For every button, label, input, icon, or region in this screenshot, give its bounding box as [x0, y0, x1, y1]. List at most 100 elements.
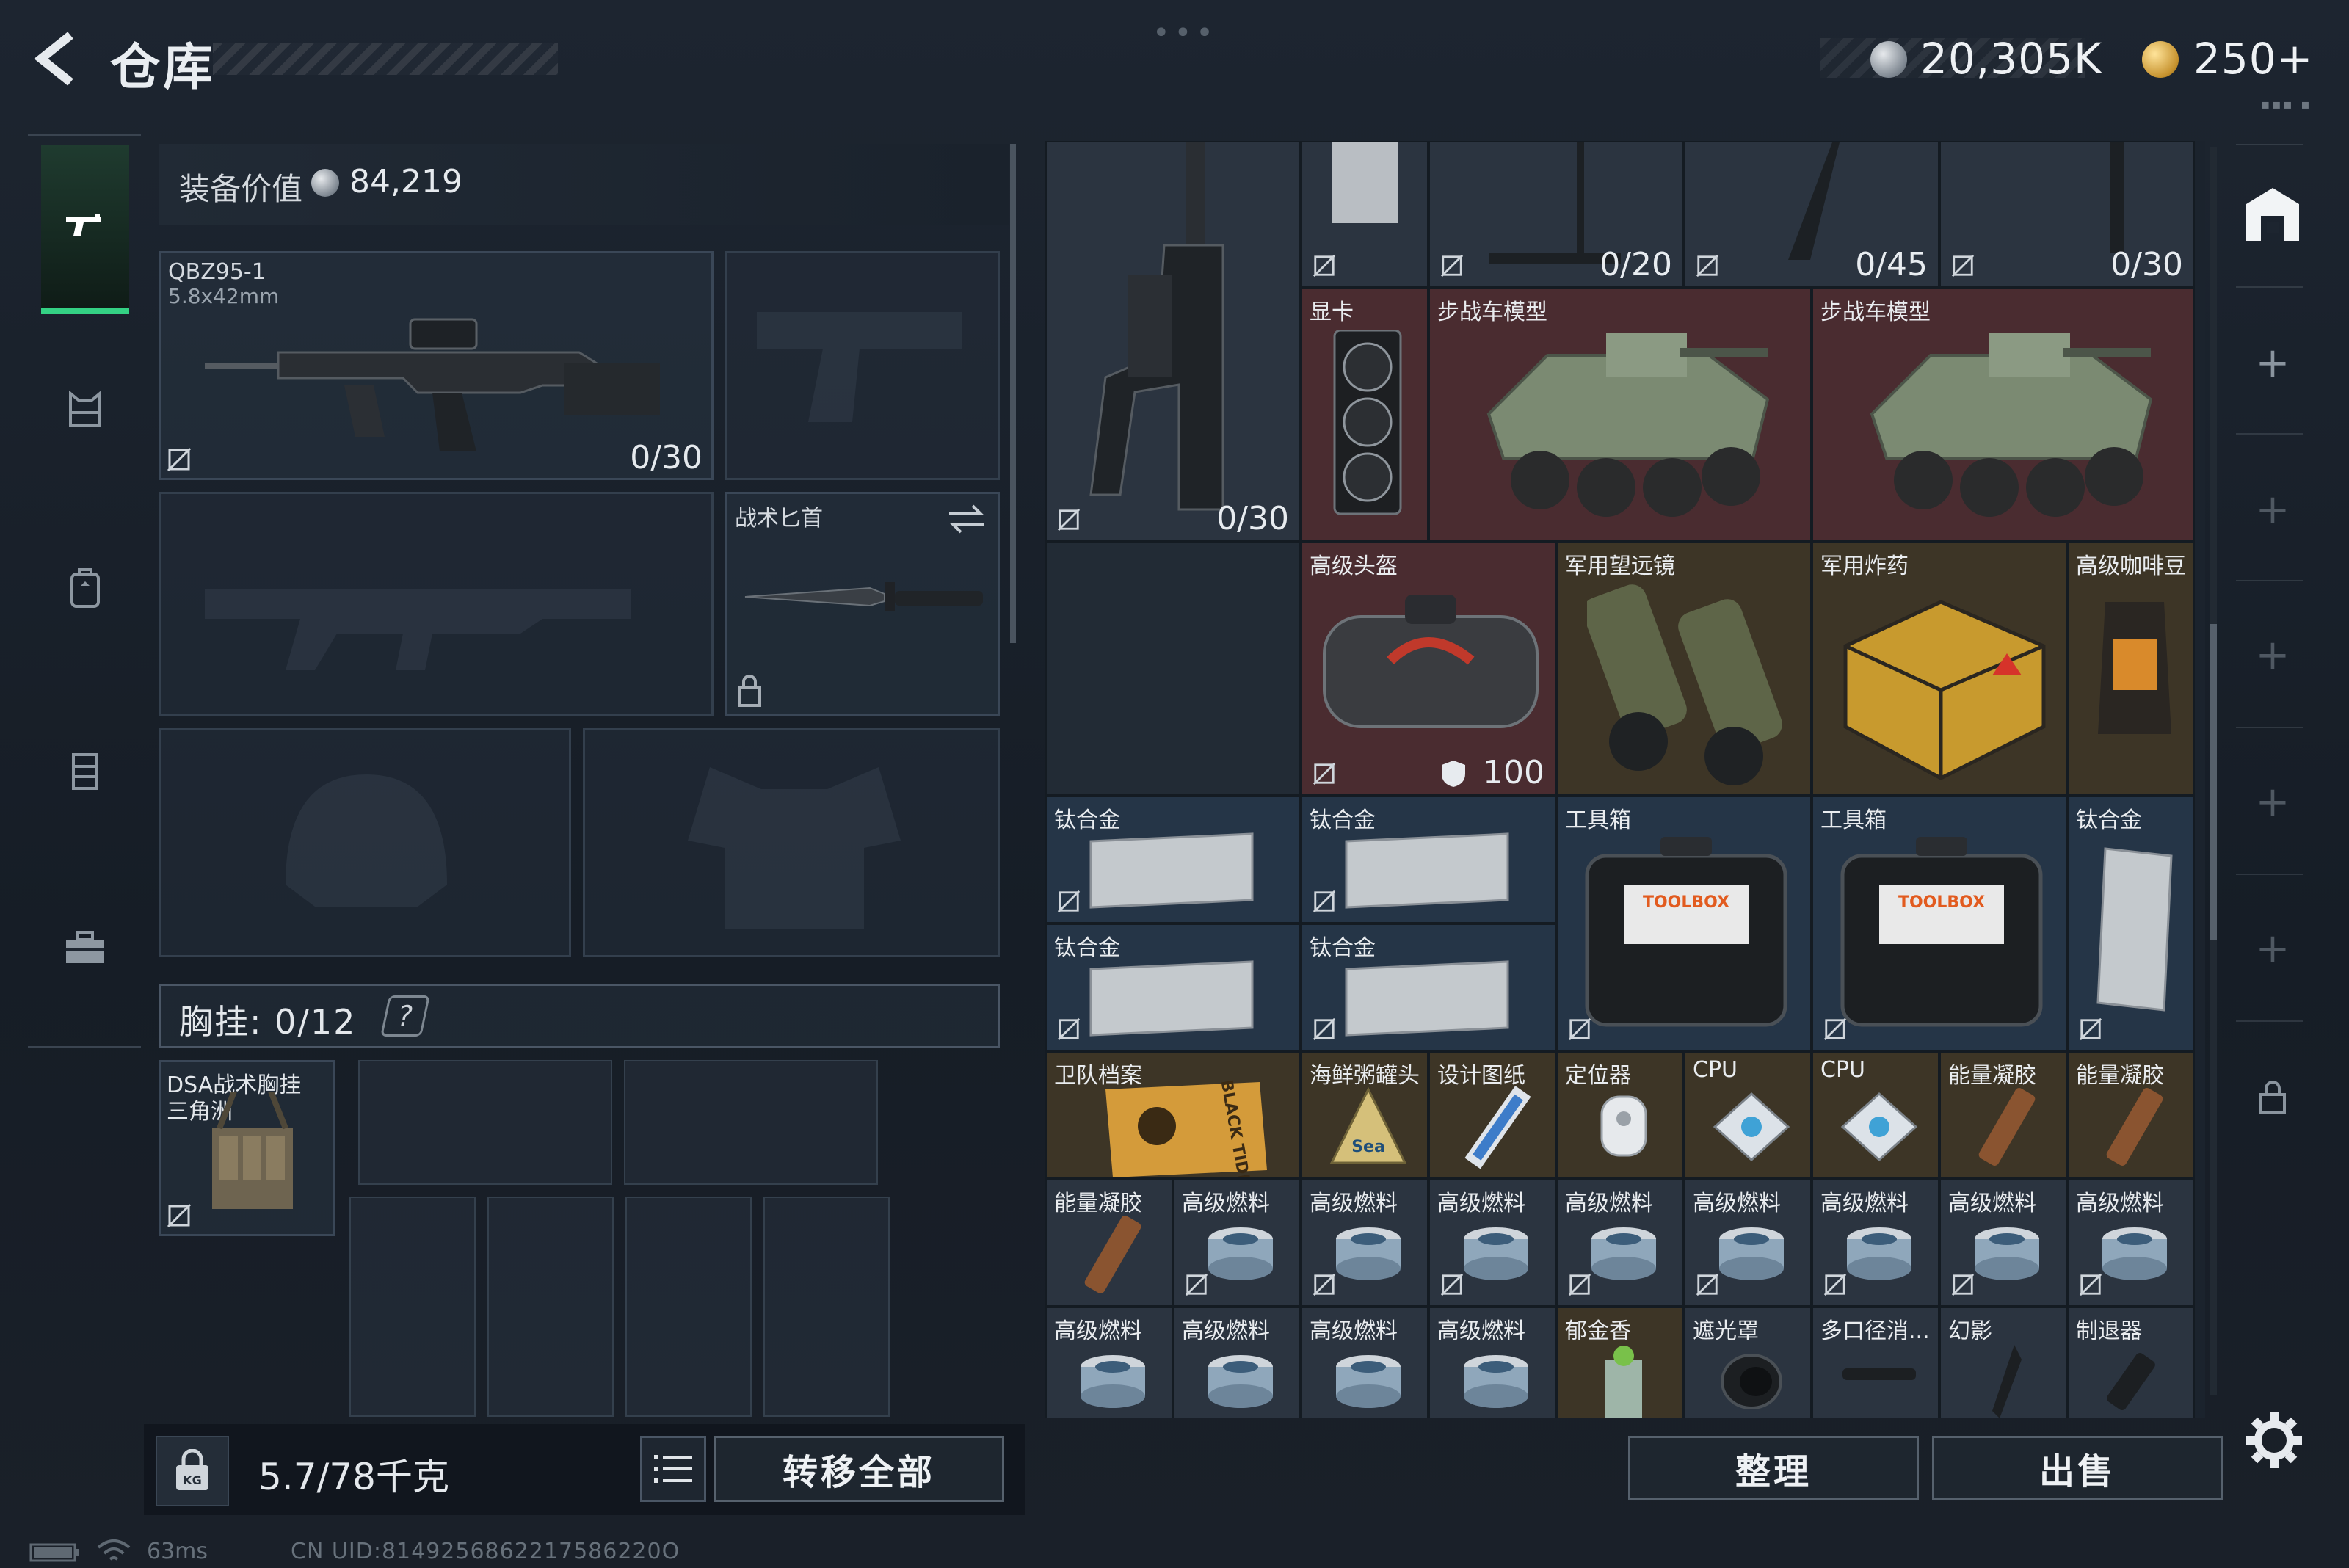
storage-item-gpu[interactable]: 显卡 — [1301, 288, 1428, 542]
gear-icon — [2246, 1412, 2302, 1468]
storage-item-lens-hood[interactable]: 遮光罩 — [1684, 1307, 1812, 1418]
nav-item-backpack[interactable] — [41, 543, 129, 631]
equipment-scrollbar[interactable] — [1010, 144, 1016, 643]
storage-item-rifle[interactable]: 0/30 — [1045, 141, 1301, 542]
chest-rig-item[interactable]: DSA战术胸挂 三角洲 — [159, 1060, 335, 1236]
backpack-cell[interactable] — [487, 1197, 614, 1417]
warehouse-icon[interactable] — [2240, 182, 2305, 247]
storage-item-energy-gel[interactable]: 能量凝胶 — [1045, 1179, 1173, 1307]
item-name: 制退器 — [2076, 1318, 2142, 1344]
storage-item-fuel[interactable]: 高级燃料 — [1428, 1179, 1556, 1307]
swap-icon[interactable] — [946, 503, 987, 535]
storage-item-titanium[interactable]: 钛合金 — [1301, 796, 1556, 923]
storage-item-tulip[interactable]: 郁金香 — [1556, 1307, 1684, 1418]
storage-item-toolbox[interactable]: 工具箱 TOOLBOX — [1556, 796, 1812, 1051]
storage-item-suppressor[interactable]: 多口径消... — [1812, 1307, 1939, 1418]
back-button[interactable] — [28, 29, 87, 88]
storage-empty-cell[interactable] — [1045, 542, 1301, 796]
storage-item-titanium[interactable]: 钛合金 — [1045, 923, 1301, 1051]
storage-item-energy-gel[interactable]: 能量凝胶 — [1939, 1051, 2067, 1179]
melee-slot[interactable]: 战术匕首 — [725, 492, 1000, 716]
add-page-icon[interactable]: + — [2240, 330, 2305, 395]
sell-button[interactable]: 出售 — [1932, 1436, 2223, 1500]
silver-currency-amount[interactable]: 20,305K — [1920, 34, 2102, 84]
sort-button[interactable]: 整理 — [1628, 1436, 1919, 1500]
armor-placeholder-icon — [688, 767, 901, 929]
storage-item-ifv-model-2[interactable]: 步战车模型 — [1812, 288, 2195, 542]
storage-item-titanium[interactable]: 钛合金 — [1301, 923, 1556, 1051]
nav-item-armor[interactable] — [41, 367, 129, 455]
backpack-cell[interactable] — [624, 1060, 878, 1185]
lock-icon — [738, 675, 761, 707]
body-armor-slot[interactable] — [583, 728, 1000, 957]
backpack-cell[interactable] — [349, 1197, 476, 1417]
item-name: 能量凝胶 — [1054, 1191, 1142, 1216]
item-ammo-count: 0/30 — [1216, 500, 1289, 537]
storage-scrollbar-thumb[interactable] — [2210, 624, 2217, 940]
storage-item-binoculars[interactable]: 军用望远镜 — [1556, 542, 1812, 796]
item-name: 高级燃料 — [1437, 1318, 1525, 1344]
settings-button[interactable] — [2243, 1409, 2305, 1471]
storage-item-fuel[interactable]: 高级燃料 — [1428, 1307, 1556, 1418]
nav-item-weapons[interactable] — [41, 145, 129, 314]
add-page-icon[interactable]: + — [2240, 916, 2305, 981]
storage-item-toolbox[interactable]: 工具箱 TOOLBOX — [1812, 796, 2067, 1051]
storage-item-cpu[interactable]: CPU — [1684, 1051, 1812, 1179]
storage-item-titanium[interactable] — [1301, 141, 1428, 288]
storage-item-titanium[interactable]: 钛合金 — [2067, 796, 2195, 1051]
pistol-slot[interactable] — [725, 251, 1000, 480]
add-page-icon[interactable]: + — [2240, 477, 2305, 542]
locked-page-icon[interactable] — [2240, 1064, 2305, 1129]
helmet-slot[interactable] — [159, 728, 571, 957]
add-page-icon[interactable]: + — [2240, 769, 2305, 834]
backpack-cell[interactable] — [625, 1197, 752, 1417]
storage-item-explosives[interactable]: 军用炸药 — [1812, 542, 2067, 796]
weapon-ammo-count: 0/30 — [630, 439, 702, 476]
seafood-label: Sea — [1351, 1138, 1385, 1156]
storage-item-fuel[interactable]: 高级燃料 — [1173, 1179, 1301, 1307]
storage-item-helmet[interactable]: 高级头盔 100 — [1301, 542, 1556, 796]
storage-item-fuel[interactable]: 高级燃料 — [1301, 1307, 1428, 1418]
storage-item-titanium[interactable]: 钛合金 — [1045, 796, 1301, 923]
storage-item-fuel[interactable]: 高级燃料 — [1556, 1179, 1684, 1307]
storage-item-fuel[interactable]: 高级燃料 — [1045, 1307, 1173, 1418]
storage-item-fuel[interactable]: 高级燃料 — [1301, 1179, 1428, 1307]
storage-item-phantom[interactable]: 幻影 — [1939, 1307, 2067, 1418]
backpack-cell[interactable] — [763, 1197, 890, 1417]
drag-handle-icon[interactable]: ••• — [1152, 16, 1218, 50]
storage-item-stock-a[interactable]: 0/20 — [1428, 141, 1684, 288]
storage-item-fuel[interactable]: 高级燃料 — [1812, 1179, 1939, 1307]
storage-item-ifv-model-1[interactable]: 步战车模型 — [1428, 288, 1812, 542]
no-copy-icon — [2079, 1017, 2102, 1041]
storage-item-fuel[interactable]: 高级燃料 — [1939, 1179, 2067, 1307]
backpack-cell[interactable] — [358, 1060, 612, 1185]
primary-weapon-slot[interactable]: QBZ95-1 5.8x42mm 0/30 — [159, 251, 714, 480]
metal-plate-image — [1089, 960, 1254, 1037]
add-page-icon[interactable]: + — [2240, 623, 2305, 687]
metal-plate-image — [1345, 832, 1509, 909]
nav-item-toolbox[interactable] — [41, 903, 129, 991]
no-copy-icon — [1823, 1273, 1847, 1296]
gold-currency-amount[interactable]: 250+ — [2193, 34, 2313, 84]
storage-item-muzzle-brake[interactable]: 制退器 — [2067, 1307, 2195, 1418]
secondary-weapon-slot[interactable] — [159, 492, 714, 716]
transfer-all-button[interactable]: 转移全部 — [714, 1436, 1004, 1502]
item-name: 能量凝胶 — [1948, 1063, 2036, 1089]
storage-item-coffee[interactable]: 高级咖啡豆 — [2067, 542, 2195, 796]
storage-item-dossier[interactable]: 卫队档案 BLACK TIDE — [1045, 1051, 1301, 1179]
storage-item-blueprint[interactable]: 设计图纸 — [1428, 1051, 1556, 1179]
storage-item-fuel[interactable]: 高级燃料 — [2067, 1179, 2195, 1307]
storage-item-seafood-can[interactable]: 海鲜粥罐头 Sea — [1301, 1051, 1428, 1179]
storage-item-fuel[interactable]: 高级燃料 — [1173, 1307, 1301, 1418]
storage-item-locator[interactable]: 定位器 — [1556, 1051, 1684, 1179]
list-view-button[interactable] — [640, 1436, 706, 1502]
storage-item-fuel[interactable]: 高级燃料 — [1684, 1179, 1812, 1307]
armor-icon — [69, 390, 101, 427]
storage-item-stock-b[interactable]: 0/45 — [1684, 141, 1939, 288]
storage-item-energy-gel[interactable]: 能量凝胶 — [2067, 1051, 2195, 1179]
help-button[interactable]: ? — [380, 995, 430, 1037]
nav-item-vest[interactable] — [41, 727, 129, 815]
storage-item-stock-c[interactable]: 0/30 — [1939, 141, 2195, 288]
storage-item-cpu[interactable]: CPU — [1812, 1051, 1939, 1179]
no-copy-icon — [1440, 254, 1464, 277]
